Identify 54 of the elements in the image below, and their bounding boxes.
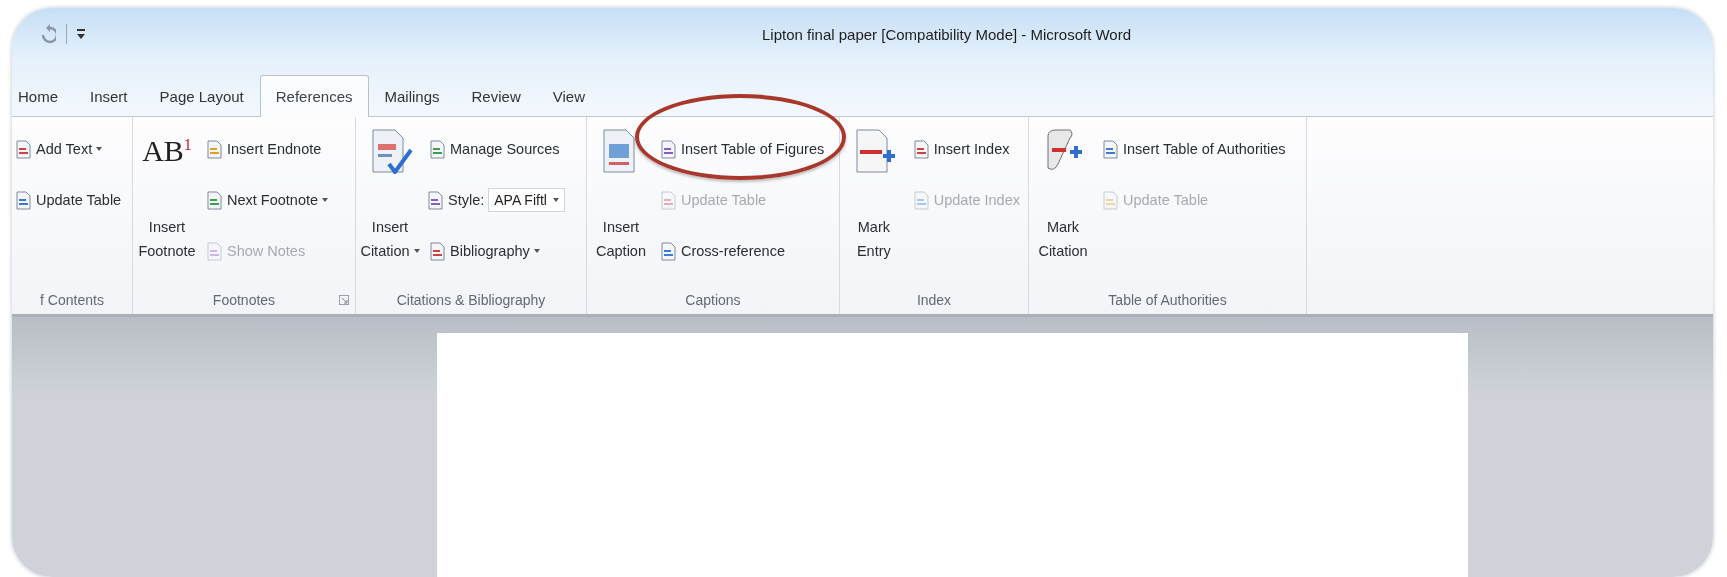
dropdown-arrow-icon [413,249,420,253]
page-icon [659,190,677,210]
field-label: Style: [448,192,485,208]
ribbon-button[interactable]: Insert Table of Authorities [1099,136,1288,162]
page-icon [428,139,446,159]
dropdown-arrow-icon [552,198,559,202]
window-title: Lipton final paper [Compatibility Mode] - Microsoft Word [762,25,1132,43]
page-icon [1101,190,1119,210]
ribbon-tab[interactable]: Review [455,75,537,117]
ribbon-button[interactable]: AB$^{1}$ Insert Footnote [139,117,195,286]
ribbon-button[interactable]: Manage Sources [426,136,562,162]
customize-icon[interactable] [77,29,85,39]
ribbon-tab[interactable]: Page Layout [143,75,260,117]
page-icon [14,190,32,210]
group-label: Citations & Bibliography [396,292,546,308]
footnote-glyph-icon: AB$^{1}$ [142,136,192,166]
ribbon-button[interactable]: Next Footnote [203,187,331,213]
group-label: f Contents [40,292,104,308]
ribbon-button[interactable]: Bibliography [426,238,542,264]
page-icon [1101,139,1119,159]
style-dropdown[interactable]: APA Fiftl [488,188,565,212]
page-icon [426,190,444,210]
dropdown-arrow-icon [96,147,103,151]
ribbon-button[interactable]: Insert Index [909,136,1012,162]
page-icon [428,241,446,261]
page-icon [205,190,223,210]
ribbon-button[interactable]: Cross-reference [657,238,787,264]
page-icon [205,241,223,261]
page-icon [14,139,32,159]
ribbon-tab[interactable]: View [536,75,601,117]
page-icon [911,139,930,159]
ribbon-button[interactable]: Insert Citation [362,117,418,286]
page-icon [659,241,677,261]
dropdown-arrow-icon [322,198,329,202]
ribbon-tab[interactable]: Mailings [368,75,456,117]
ribbon-button[interactable]: Insert Table of Figures [657,136,827,162]
ribbon-button[interactable]: Insert Caption [593,117,649,286]
page-icon [205,139,223,159]
dialog-launcher-icon[interactable] [339,295,349,305]
group-label: Captions [685,292,741,308]
dropdown-arrow-icon [533,249,540,253]
ribbon-tab[interactable]: Insert [74,75,144,117]
group-label: Table of Authorities [1108,292,1227,308]
page-icon [659,139,677,159]
ribbon-button[interactable]: Mark Citation [1035,117,1091,286]
ribbon-button[interactable]: Mark Entry [846,117,902,286]
ribbon-tab[interactable]: Home [12,75,74,117]
group-label: Footnotes [212,292,276,308]
ribbon-tab[interactable]: References [259,75,369,117]
page-icon [911,190,930,210]
ribbon-button[interactable]: Add Text [12,136,105,162]
ribbon-button[interactable]: Insert Endnote [203,136,324,162]
ribbon-button[interactable]: Update Table [12,187,124,213]
group-label: Index [916,292,952,308]
